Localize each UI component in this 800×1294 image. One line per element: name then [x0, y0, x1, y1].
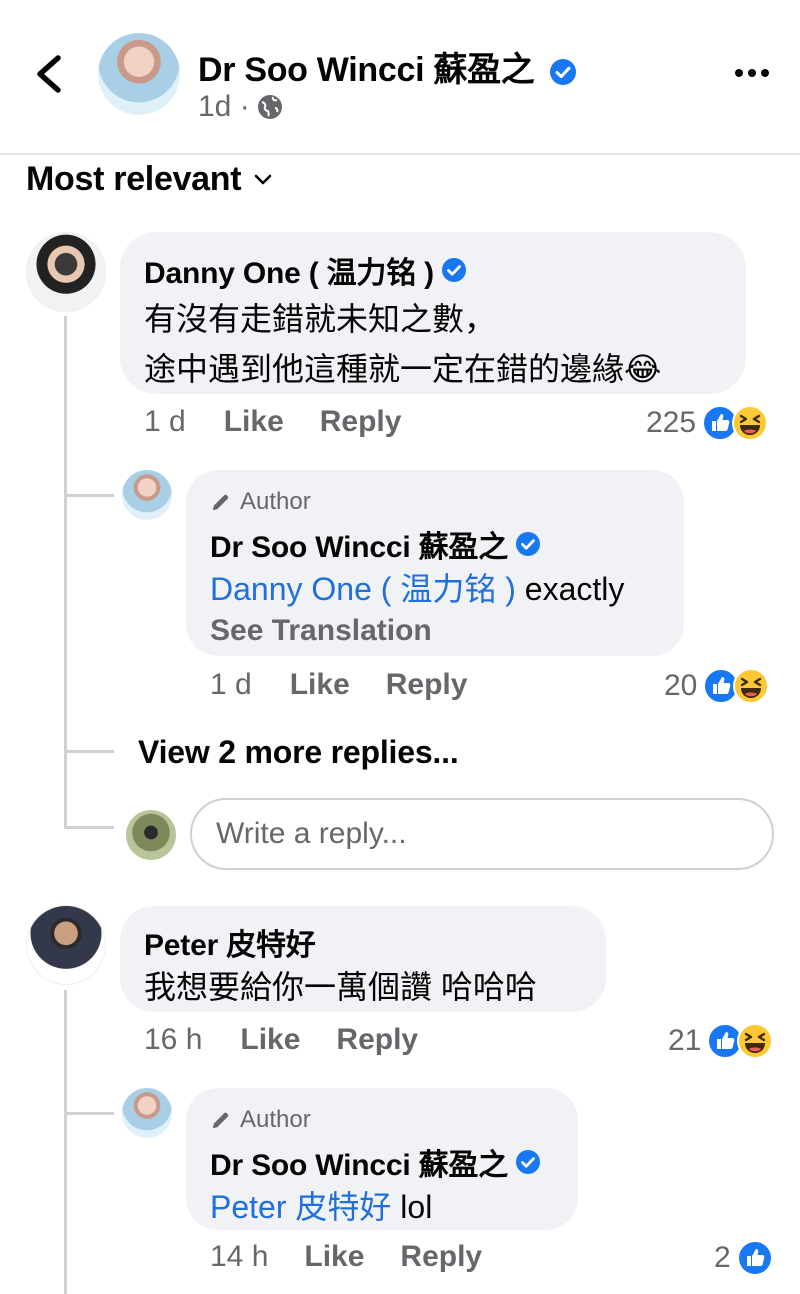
reply-button[interactable]: Reply: [336, 1023, 418, 1057]
reaction-summary[interactable]: 20: [664, 668, 769, 704]
comment-line: 途中遇到他這種就一定在錯的邊緣😂: [144, 351, 662, 387]
like-button[interactable]: Like: [290, 668, 350, 702]
commenter-name[interactable]: Peter 皮特好: [144, 920, 582, 964]
commenter-name-text[interactable]: Peter 皮特好: [144, 920, 316, 964]
reply-text: Danny One ( 温力铭 ) exactly: [210, 566, 660, 612]
comment-bubble[interactable]: Peter 皮特好 我想要給你一萬個讚 哈哈哈: [120, 906, 606, 1012]
reply-input[interactable]: Write a reply...: [190, 798, 774, 870]
reply-bubble[interactable]: Author Dr Soo Wincci 蘇盈之 Danny One ( 温力铭…: [186, 470, 684, 656]
post-meta: 1d ·: [198, 90, 284, 124]
thread-connector: [64, 494, 114, 497]
author-tag-label: Author: [240, 488, 311, 515]
reaction-count: 2: [714, 1241, 731, 1274]
verified-badge-icon: [550, 59, 576, 85]
reply-author-name-text[interactable]: Dr Soo Wincci 蘇盈之: [210, 1140, 508, 1184]
like-reaction-icon: [737, 1240, 773, 1276]
verified-badge-icon: [516, 532, 540, 556]
reply-author-avatar[interactable]: [122, 470, 172, 520]
comment-line: 有沒有走錯就未知之數，: [144, 301, 497, 337]
reply-input-placeholder: Write a reply...: [216, 817, 407, 850]
comment-line: 我想要給你一萬個讚 哈哈哈: [144, 969, 537, 1005]
reply-text: Peter 皮特好 lol: [210, 1184, 554, 1230]
thread-connector: [64, 826, 114, 829]
like-button[interactable]: Like: [304, 1240, 364, 1274]
reply-author-name-text[interactable]: Dr Soo Wincci 蘇盈之: [210, 522, 508, 566]
commenter-avatar[interactable]: [26, 905, 106, 985]
reaction-count: 20: [664, 669, 698, 702]
mention-link[interactable]: Danny One ( 温力铭 ): [210, 571, 516, 607]
comment-time[interactable]: 16 h: [144, 1023, 202, 1057]
reply-time[interactable]: 1 d: [210, 668, 252, 702]
pencil-icon: [210, 1109, 232, 1131]
reply-button[interactable]: Reply: [386, 668, 468, 702]
comment-bubble[interactable]: Danny One ( 温力铭 ) 有沒有走錯就未知之數， 途中遇到他這種就一定…: [120, 232, 746, 394]
chevron-left-icon[interactable]: [30, 52, 70, 96]
reply-bubble[interactable]: Author Dr Soo Wincci 蘇盈之 Peter 皮特好 lol: [186, 1088, 578, 1230]
reply-author-name[interactable]: Dr Soo Wincci 蘇盈之: [210, 1140, 554, 1184]
sort-label: Most relevant: [26, 160, 242, 198]
author-tag: Author: [210, 1106, 554, 1134]
reaction-summary[interactable]: 21: [668, 1023, 773, 1059]
reaction-count: 225: [646, 406, 697, 439]
author-tag-label: Author: [240, 1106, 311, 1133]
post-time[interactable]: 1d ·: [198, 90, 250, 124]
reply-actions: 1 d Like Reply: [210, 668, 467, 702]
comment-actions: 1 d Like Reply: [144, 405, 401, 439]
chevron-down-icon: [254, 174, 272, 184]
author-tag: Author: [210, 488, 660, 516]
commenter-name-text[interactable]: Danny One ( 温力铭 ): [144, 248, 434, 292]
reply-actions: 14 h Like Reply: [210, 1240, 482, 1274]
author-avatar[interactable]: [98, 33, 180, 115]
reply-author-name[interactable]: Dr Soo Wincci 蘇盈之: [210, 522, 660, 566]
comment-actions: 16 h Like Reply: [144, 1023, 418, 1057]
post-author-name-text[interactable]: Dr Soo Wincci 蘇盈之: [198, 51, 535, 89]
reaction-summary[interactable]: 2: [714, 1240, 773, 1276]
haha-reaction-icon: [733, 668, 769, 704]
reaction-summary[interactable]: 225: [646, 405, 768, 441]
verified-badge-icon: [442, 258, 466, 282]
reaction-count: 21: [668, 1024, 702, 1057]
current-user-avatar: [126, 810, 176, 860]
reply-text-body: exactly: [515, 571, 625, 607]
see-translation-link[interactable]: See Translation: [210, 614, 660, 648]
comment-time[interactable]: 1 d: [144, 405, 186, 439]
globe-icon: [257, 95, 282, 119]
pencil-icon: [210, 491, 232, 513]
thread-connector: [64, 1112, 114, 1115]
thread-connector: [64, 750, 114, 753]
haha-reaction-icon: [732, 405, 768, 441]
like-button[interactable]: Like: [240, 1023, 300, 1057]
verified-badge-icon: [516, 1150, 540, 1174]
haha-reaction-icon: [737, 1023, 773, 1059]
post-author-name[interactable]: Dr Soo Wincci 蘇盈之: [198, 42, 576, 91]
comment-sort-filter[interactable]: Most relevant: [26, 160, 273, 199]
reply-text-body: lol: [391, 1189, 433, 1225]
like-button[interactable]: Like: [224, 405, 284, 439]
view-more-replies-link[interactable]: View 2 more replies...: [138, 734, 459, 771]
reply-author-avatar[interactable]: [122, 1088, 172, 1138]
reply-button[interactable]: Reply: [400, 1240, 482, 1274]
reply-button[interactable]: Reply: [320, 405, 402, 439]
commenter-avatar[interactable]: [26, 232, 106, 312]
reply-time[interactable]: 14 h: [210, 1240, 268, 1274]
commenter-name[interactable]: Danny One ( 温力铭 ): [144, 248, 722, 292]
thread-line: [64, 990, 67, 1294]
post-header: Dr Soo Wincci 蘇盈之 1d ·: [0, 0, 800, 155]
more-horizontal-icon[interactable]: [732, 58, 772, 88]
mention-link[interactable]: Peter 皮特好: [210, 1189, 391, 1225]
